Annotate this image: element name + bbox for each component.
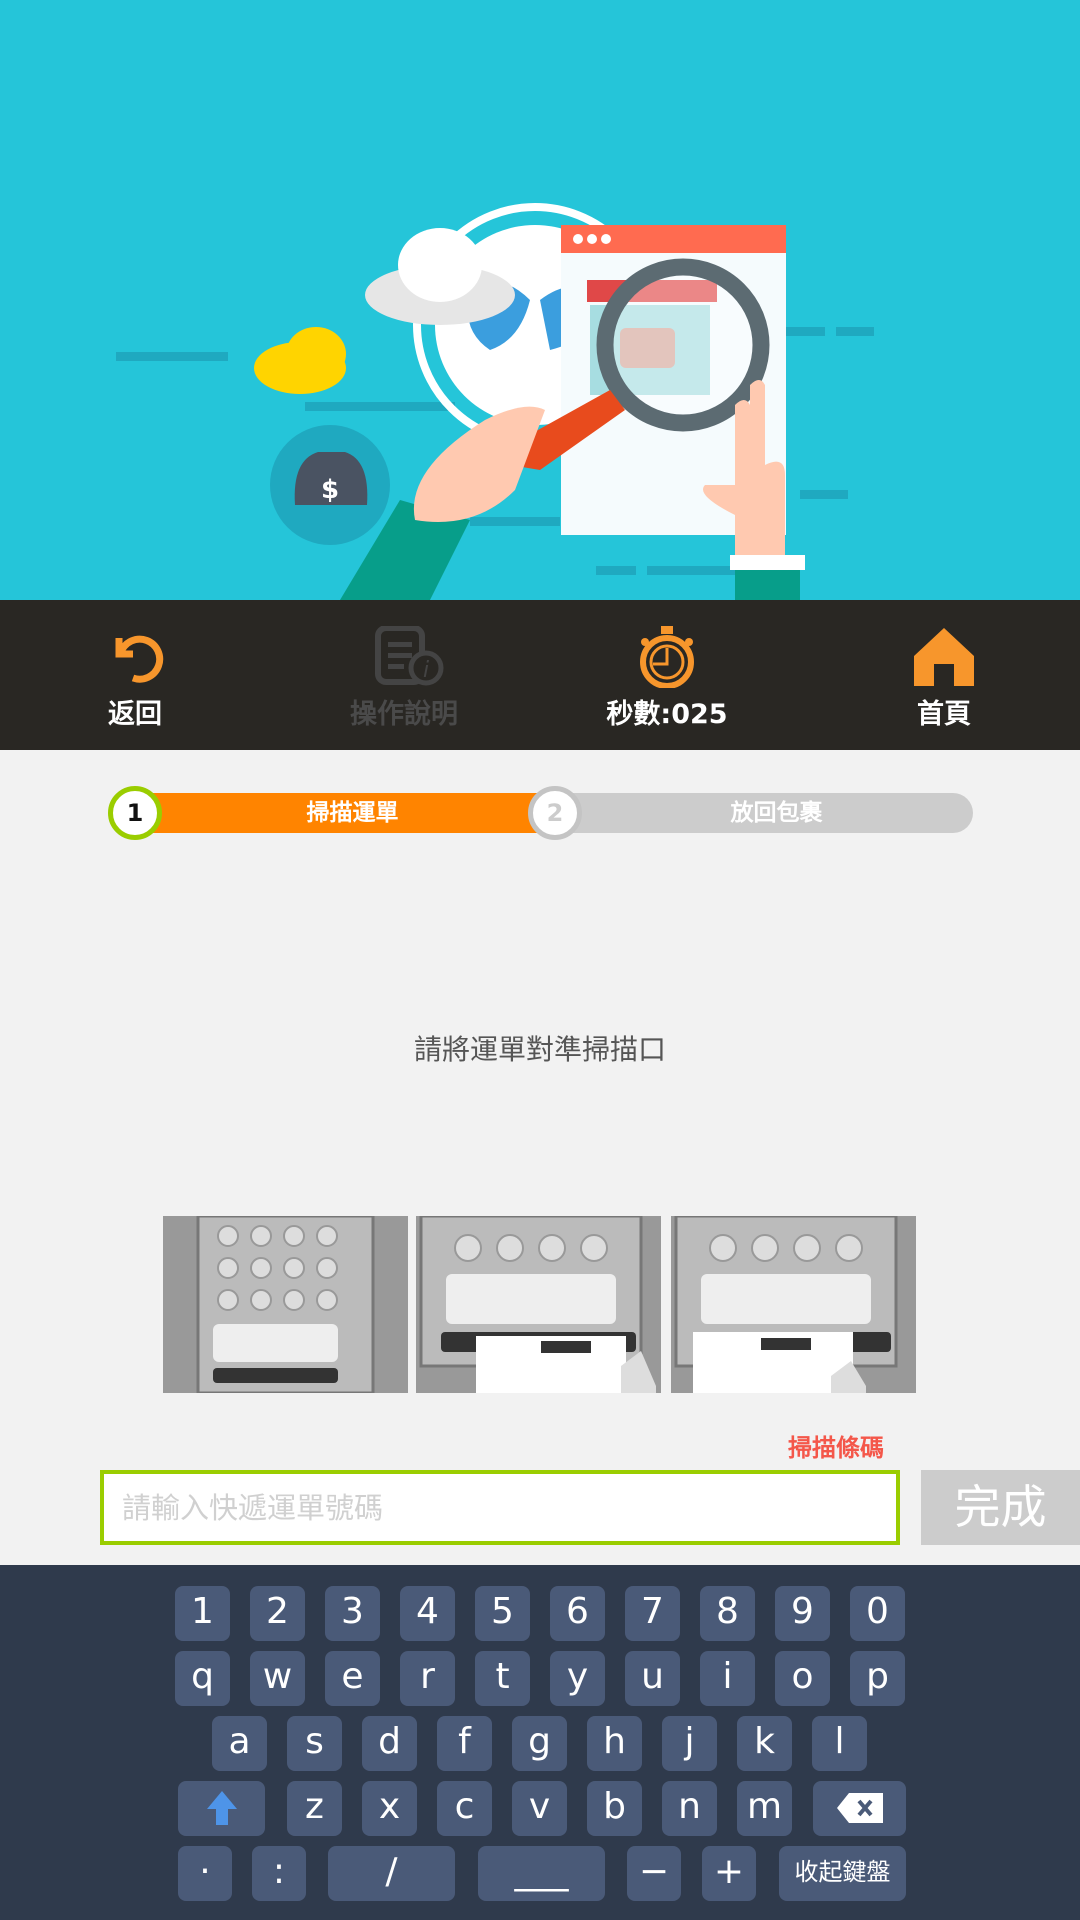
key[interactable]: h	[587, 1716, 642, 1771]
step-2-label: 放回包裹	[730, 800, 823, 826]
step-1-label: 掃描運單	[306, 800, 399, 826]
key[interactable]: d	[362, 1716, 417, 1771]
tracking-number-field[interactable]	[100, 1470, 900, 1545]
search-illustration: $	[116, 203, 874, 600]
help-button[interactable]: i 操作說明	[304, 600, 504, 750]
key[interactable]: u	[625, 1651, 680, 1706]
tracking-number-input[interactable]	[104, 1474, 896, 1541]
scanner-step-image-3	[671, 1216, 916, 1393]
stopwatch-icon	[640, 626, 694, 688]
key[interactable]: b	[587, 1781, 642, 1836]
key[interactable]: 2	[250, 1586, 305, 1641]
key[interactable]: v	[512, 1781, 567, 1836]
key[interactable]: o	[775, 1651, 830, 1706]
key[interactable]: e	[325, 1651, 380, 1706]
home-label: 首頁	[917, 699, 971, 730]
key[interactable]: −	[627, 1846, 681, 1901]
key[interactable]: m	[737, 1781, 792, 1836]
key[interactable]: l	[812, 1716, 867, 1771]
key[interactable]: 4	[400, 1586, 455, 1641]
key[interactable]: r	[400, 1651, 455, 1706]
key[interactable]: i	[700, 1651, 755, 1706]
key[interactable]: 7	[625, 1586, 680, 1641]
key[interactable]: y	[550, 1651, 605, 1706]
help-label: 操作說明	[350, 699, 458, 730]
step-1-circle: 1	[108, 786, 162, 840]
timer-label: 秒數:025	[606, 699, 728, 730]
key[interactable]: s	[287, 1716, 342, 1771]
step-2-circle: 2	[528, 786, 582, 840]
home-icon	[914, 628, 974, 686]
key[interactable]: c	[437, 1781, 492, 1836]
key[interactable]: p	[850, 1651, 905, 1706]
hide-keyboard-key[interactable]: 收起鍵盤	[779, 1846, 906, 1901]
key[interactable]: 3	[325, 1586, 380, 1641]
key[interactable]: g	[512, 1716, 567, 1771]
key[interactable]: q	[175, 1651, 230, 1706]
instruction-text: 請將運單對準掃描口	[413, 1033, 666, 1066]
svg-text:i: i	[423, 658, 429, 683]
scanner-step-image-1	[163, 1216, 408, 1393]
top-nav-bar: 返回 i 操作說明 秒數:025 首頁	[0, 600, 1080, 750]
key[interactable]: t	[475, 1651, 530, 1706]
key[interactable]: ·	[178, 1846, 232, 1901]
key[interactable]: k	[737, 1716, 792, 1771]
key[interactable]: x	[362, 1781, 417, 1836]
back-button[interactable]: 返回	[35, 600, 235, 750]
key[interactable]: 1	[175, 1586, 230, 1641]
backspace-icon	[836, 1793, 883, 1823]
key[interactable]: ___	[478, 1846, 605, 1901]
key[interactable]: f	[437, 1716, 492, 1771]
key[interactable]: 9	[775, 1586, 830, 1641]
key[interactable]: 5	[475, 1586, 530, 1641]
backspace-key[interactable]	[813, 1781, 906, 1836]
key[interactable]: n	[662, 1781, 717, 1836]
key[interactable]: /	[328, 1846, 455, 1901]
scan-barcode-label: 掃描條碼	[788, 1434, 884, 1462]
key[interactable]: :	[252, 1846, 306, 1901]
onscreen-keyboard: 收起鍵盤 1234567890 qwertyuiop asdfghjkl zxcvbn…	[0, 1565, 1080, 1920]
key[interactable]: 6	[550, 1586, 605, 1641]
shift-key[interactable]	[178, 1781, 265, 1836]
svg-text:$: $	[321, 475, 339, 505]
key[interactable]: j	[662, 1716, 717, 1771]
back-label: 返回	[108, 699, 162, 730]
key[interactable]: z	[287, 1781, 342, 1836]
key[interactable]: 0	[850, 1586, 905, 1641]
key[interactable]: +	[702, 1846, 756, 1901]
undo-icon	[115, 635, 164, 683]
key[interactable]: w	[250, 1651, 305, 1706]
home-button[interactable]: 首頁	[844, 600, 1044, 750]
key[interactable]: 8	[700, 1586, 755, 1641]
shift-arrow-icon	[206, 1791, 237, 1825]
hero-illustration: $	[0, 0, 1080, 600]
scanner-step-image-2	[416, 1216, 661, 1393]
timer-display: 秒數:025	[567, 600, 767, 750]
document-info-icon: i	[375, 626, 444, 686]
done-button[interactable]: 完成	[921, 1470, 1080, 1545]
key[interactable]: a	[212, 1716, 267, 1771]
